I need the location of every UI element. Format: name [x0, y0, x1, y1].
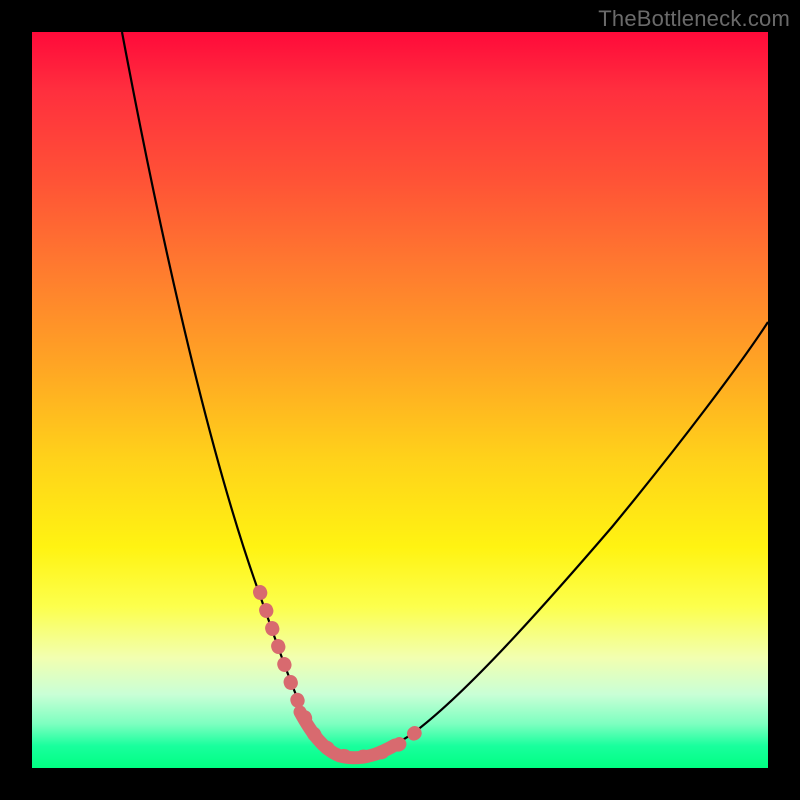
bottleneck-curve-svg — [32, 32, 768, 768]
plot-area — [32, 32, 768, 768]
highlight-segment-fill — [300, 712, 395, 758]
watermark-text: TheBottleneck.com — [598, 6, 790, 32]
highlight-segment — [260, 592, 416, 757]
chart-frame: TheBottleneck.com — [0, 0, 800, 800]
bottleneck-curve — [122, 32, 768, 758]
